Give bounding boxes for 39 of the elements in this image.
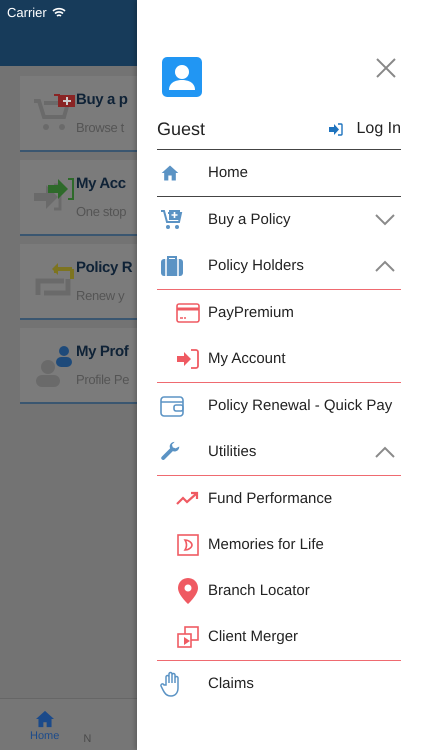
cart-icon: [160, 209, 184, 231]
card-title: My Prof: [76, 342, 130, 362]
chevron-up-icon[interactable]: [375, 446, 395, 458]
menu-item[interactable]: Utilities: [157, 429, 401, 475]
login-button[interactable]: Log In: [328, 117, 401, 141]
card-title: My Acc: [76, 174, 126, 194]
card-title: Policy R: [76, 258, 132, 278]
trend-up-icon: [176, 491, 200, 507]
menu-item[interactable]: Client Merger: [157, 614, 401, 660]
sign-in-icon: [176, 349, 200, 369]
menu-item[interactable]: Memories for Life: [157, 522, 401, 568]
carrier-label: Carrier: [7, 4, 47, 22]
home-icon: [160, 163, 180, 183]
card-title: Buy a p: [76, 90, 128, 110]
menu-item[interactable]: Buy a Policy: [157, 197, 401, 243]
close-icon[interactable]: [376, 58, 396, 78]
menu-item[interactable]: Branch Locator: [157, 568, 401, 614]
menu-item[interactable]: Home: [157, 150, 401, 196]
menu-item[interactable]: Policy Holders: [157, 243, 401, 289]
wallet-icon: [160, 395, 184, 417]
wrench-icon: [160, 441, 182, 463]
menu-item[interactable]: Fund Performance: [157, 476, 401, 522]
menu-item[interactable]: Claims: [157, 661, 401, 707]
user-name: Guest: [157, 118, 206, 140]
chevron-down-icon[interactable]: [375, 214, 395, 226]
wifi-icon: [52, 7, 66, 18]
cart-icon: [32, 93, 76, 133]
menu-item[interactable]: PayPremium: [157, 290, 401, 336]
menu-item[interactable]: Policy Renewal - Quick Pay: [157, 383, 401, 429]
location-pin-icon: [178, 578, 198, 604]
chevron-up-icon[interactable]: [375, 260, 395, 272]
avatar-icon: [162, 57, 202, 97]
briefcase-icon: [160, 255, 184, 277]
play-frame-icon: [176, 534, 198, 556]
credit-card-icon: [176, 303, 200, 323]
home-icon: [34, 710, 55, 728]
merge-icon: [176, 626, 198, 648]
menu-item[interactable]: My Account: [157, 336, 401, 382]
sign-in-icon: [328, 122, 343, 136]
